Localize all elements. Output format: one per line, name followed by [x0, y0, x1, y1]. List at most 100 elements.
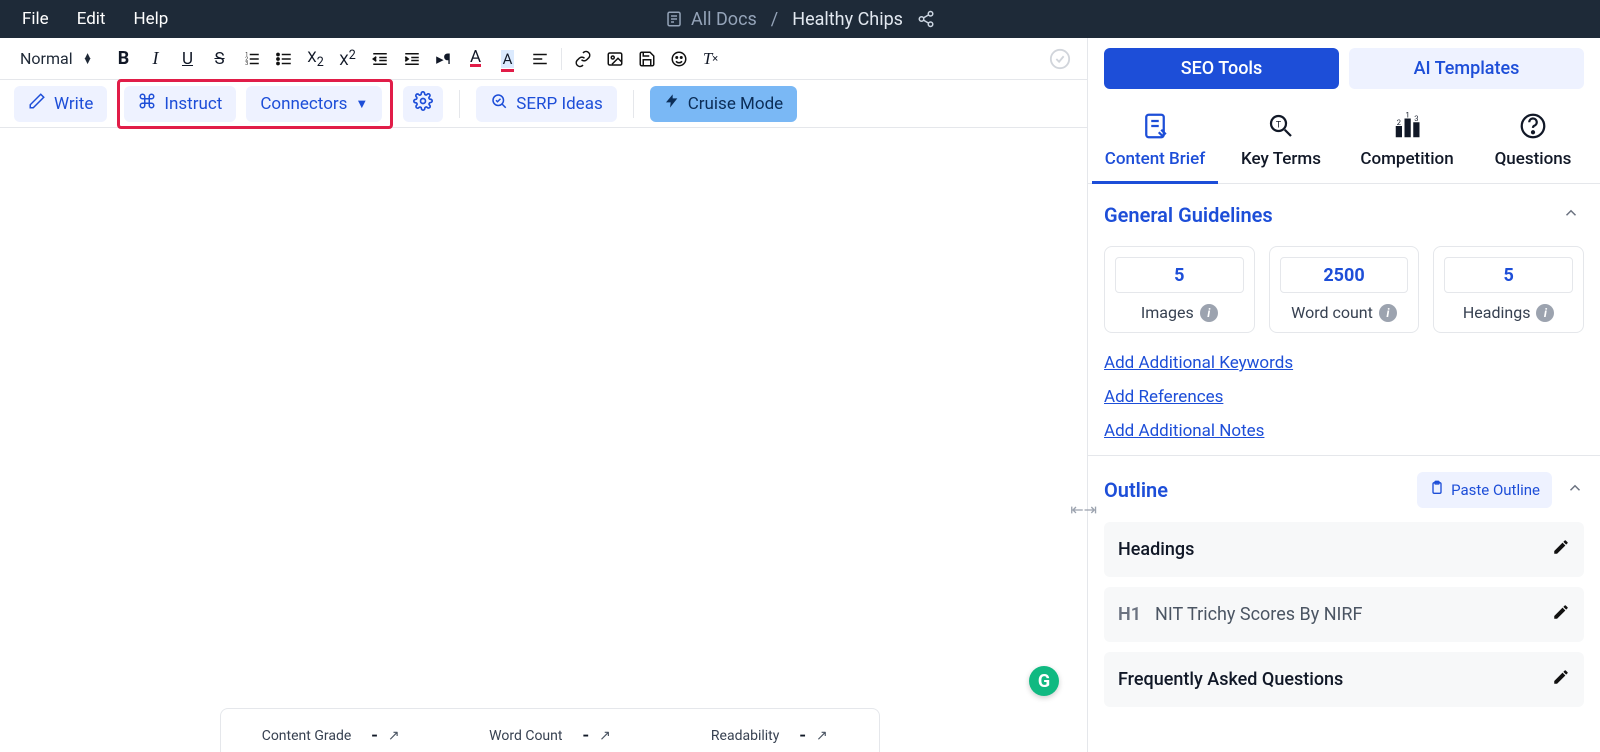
format-toolbar: Normal ▲▼ B I U S 123 X2 X2 ▸¶ A [0, 38, 1087, 80]
status-check-icon [1045, 44, 1075, 74]
indent-button[interactable] [397, 44, 427, 74]
word-count-label: Word Count [489, 728, 562, 744]
guidelines-metrics: 5 Imagesi 2500 Word counti 5 Headingsi [1104, 246, 1584, 333]
text-color-button[interactable]: A [461, 44, 491, 74]
write-button[interactable]: Write [14, 86, 107, 122]
word-count-metric: Word Count - ↗ [440, 709, 659, 752]
instruct-button[interactable]: Instruct [124, 86, 236, 122]
outline-item-title: NIT Trichy Scores By NIRF [1155, 604, 1362, 625]
serp-ideas-label: SERP Ideas [516, 94, 602, 114]
image-button[interactable] [600, 44, 630, 74]
add-notes-link[interactable]: Add Additional Notes [1104, 421, 1584, 441]
editor-column: Normal ▲▼ B I U S 123 X2 X2 ▸¶ A [0, 38, 1088, 752]
collapse-icon[interactable] [1566, 479, 1584, 501]
write-label: Write [54, 94, 93, 114]
highlight-color-button[interactable]: A [493, 44, 523, 74]
highlighted-buttons-group: Instruct Connectors ▼ [117, 79, 393, 129]
edit-icon[interactable] [1552, 603, 1570, 626]
outline-item[interactable]: Frequently Asked Questions [1104, 652, 1584, 707]
info-icon[interactable]: i [1379, 304, 1397, 322]
text-direction-button[interactable]: ▸¶ [429, 44, 459, 74]
cruise-mode-button[interactable]: Cruise Mode [650, 86, 797, 122]
subtab-content-brief[interactable]: Content Brief [1092, 109, 1218, 184]
superscript-button[interactable]: X2 [333, 44, 363, 74]
breadcrumb-doc-name[interactable]: Healthy Chips [792, 9, 903, 30]
subtab-competition[interactable]: 213 Competition [1344, 109, 1470, 183]
add-references-link[interactable]: Add References [1104, 387, 1584, 407]
block-style-dropdown[interactable]: Normal ▲▼ [12, 45, 107, 72]
settings-button[interactable] [403, 86, 443, 122]
editor-canvas[interactable]: ⇤⇥ G Content Grade - ↗ Word Count - ↗ Re… [0, 128, 1087, 752]
ordered-list-button[interactable]: 123 [237, 44, 267, 74]
action-toolbar: Write Instruct Connectors ▼ [0, 80, 1087, 128]
bold-button[interactable]: B [109, 44, 139, 74]
outline-item[interactable]: Headings [1104, 522, 1584, 577]
outline-item-title: Headings [1118, 539, 1194, 560]
readability-value: - [799, 725, 806, 746]
panel-resize-handle[interactable]: ⇤⇥ [1070, 500, 1097, 519]
readability-label: Readability [711, 728, 779, 744]
breadcrumb: All Docs / Healthy Chips [665, 9, 935, 30]
paste-icon [1429, 480, 1445, 500]
unordered-list-button[interactable] [269, 44, 299, 74]
edit-icon[interactable] [1552, 668, 1570, 691]
outline-list: Headings H1NIT Trichy Scores By NIRF Frequ… [1104, 522, 1584, 707]
link-button[interactable] [568, 44, 598, 74]
breadcrumb-all-docs[interactable]: All Docs [691, 9, 757, 30]
guidelines-header: General Guidelines [1104, 200, 1584, 230]
save-button[interactable] [632, 44, 662, 74]
connectors-dropdown[interactable]: Connectors ▼ [246, 86, 382, 122]
share-icon[interactable] [917, 10, 935, 28]
outline-header: Outline Paste Outline [1104, 472, 1584, 508]
strikethrough-button[interactable]: S [205, 44, 235, 74]
serp-ideas-button[interactable]: SERP Ideas [476, 86, 616, 122]
svg-text:T: T [1276, 120, 1282, 130]
menu-help[interactable]: Help [119, 1, 182, 37]
info-icon[interactable]: i [1536, 304, 1554, 322]
menu-file[interactable]: File [8, 1, 63, 37]
paste-outline-button[interactable]: Paste Outline [1417, 472, 1552, 508]
emoji-button[interactable] [664, 44, 694, 74]
outdent-button[interactable] [365, 44, 395, 74]
questions-icon [1470, 109, 1596, 143]
subtab-questions[interactable]: Questions [1470, 109, 1596, 183]
cruise-mode-label: Cruise Mode [688, 94, 783, 114]
action-separator [459, 90, 460, 118]
edit-icon[interactable] [1552, 538, 1570, 561]
caret-up-down-icon: ▲▼ [83, 54, 93, 64]
paste-outline-label: Paste Outline [1451, 481, 1540, 499]
subtab-label: Content Brief [1092, 149, 1218, 169]
metric-headings: 5 Headingsi [1433, 246, 1584, 333]
outline-item[interactable]: H1NIT Trichy Scores By NIRF [1104, 587, 1584, 642]
trend-up-icon: ↗ [388, 728, 400, 744]
info-icon[interactable]: i [1200, 304, 1218, 322]
collapse-icon[interactable] [1558, 200, 1584, 230]
images-value-input[interactable]: 5 [1115, 257, 1244, 293]
subtab-label: Questions [1470, 149, 1596, 169]
block-style-label: Normal [20, 49, 73, 68]
menu-edit[interactable]: Edit [63, 1, 120, 37]
metric-word-count: 2500 Word counti [1269, 246, 1420, 333]
headings-value-input[interactable]: 5 [1444, 257, 1573, 293]
subscript-button[interactable]: X2 [301, 44, 331, 74]
subtab-key-terms[interactable]: T Key Terms [1218, 109, 1344, 183]
sidebar-top-tabs: SEO Tools AI Templates [1088, 38, 1600, 89]
word-count-value: - [582, 725, 589, 746]
bolt-icon [664, 93, 680, 114]
italic-button[interactable]: I [141, 44, 171, 74]
doc-icon [665, 10, 683, 28]
add-keywords-link[interactable]: Add Additional Keywords [1104, 353, 1584, 373]
readability-metric: Readability - ↗ [660, 709, 879, 752]
clear-format-button[interactable]: T× [696, 44, 726, 74]
breadcrumb-separator: / [771, 9, 778, 30]
underline-button[interactable]: U [173, 44, 203, 74]
align-button[interactable] [525, 44, 555, 74]
chevron-down-icon: ▼ [355, 96, 368, 112]
tab-ai-templates[interactable]: AI Templates [1349, 48, 1584, 89]
grammarly-badge[interactable]: G [1029, 666, 1059, 696]
sidebar: SEO Tools AI Templates Content Brief T K… [1088, 38, 1600, 752]
sidebar-sub-tabs: Content Brief T Key Terms 213 Competitio… [1088, 89, 1600, 184]
tab-seo-tools[interactable]: SEO Tools [1104, 48, 1339, 89]
gear-icon [413, 91, 433, 116]
word-count-value-input[interactable]: 2500 [1280, 257, 1409, 293]
